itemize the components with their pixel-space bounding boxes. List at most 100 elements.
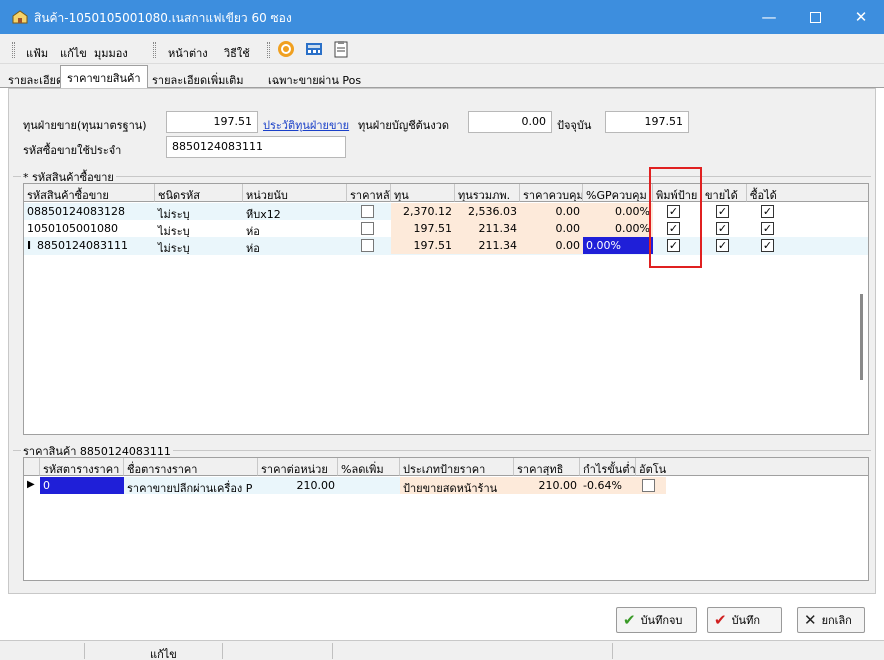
std-cost-label: ทุนฝ่ายขาย(ทุนมาตรฐาน) (23, 119, 147, 132)
can-buy-checkbox[interactable]: ✓ (761, 222, 774, 235)
col-header-auto[interactable]: อัตโน (636, 458, 868, 476)
table-row-1-cost-vat[interactable]: 211.34 (455, 220, 520, 237)
table-row-2-cost-vat[interactable]: 211.34 (455, 237, 520, 254)
table-row-1-type[interactable]: ไม่ระบุ (155, 220, 243, 237)
save-button[interactable]: ✔ บันทึก (707, 607, 782, 633)
regular-code-label: รหัสซื้อขายใช้ประจำ (23, 144, 122, 157)
menu-help[interactable]: วิธีใช้ (224, 44, 250, 62)
app-icon (12, 10, 28, 24)
table-row-0-type[interactable]: ไม่ระบุ (155, 203, 243, 220)
col-header-net-price[interactable]: ราคาสุทธิ (514, 458, 580, 476)
table-row-0-unit[interactable]: หีบx12 (243, 203, 347, 220)
main-price-checkbox[interactable] (361, 239, 374, 252)
menu-edit[interactable]: แก้ไข (60, 44, 87, 62)
col-header-control-price[interactable]: ราคาควบคุม (520, 184, 583, 202)
col-header-code[interactable]: รหัสสินค้าซื้อขาย (24, 184, 155, 202)
price-row-0-name[interactable]: ราคาขายปลีกผ่านเครื่อง P (124, 477, 258, 494)
can-sell-checkbox[interactable]: ✓ (716, 222, 729, 235)
table-row-2-gp-active-cell[interactable]: 0.00% (583, 237, 653, 254)
price-row-0-unit-price[interactable]: 210.00 (258, 477, 338, 494)
status-mode: แก้ไข (150, 648, 177, 660)
col-header-unit[interactable]: หน่วยนับ (243, 184, 347, 202)
maximize-button[interactable] (792, 0, 838, 34)
menu-file[interactable]: แฟ้ม (26, 44, 48, 62)
can-sell-checkbox[interactable]: ✓ (716, 239, 729, 252)
col-header-can-sell[interactable]: ขายได้ (702, 184, 747, 202)
save-close-button[interactable]: ✔ บันทึกจบ (616, 607, 697, 633)
maximize-icon (809, 11, 821, 23)
table-row-0-cost[interactable]: 2,370.12 (391, 203, 455, 220)
minimize-icon: — (761, 8, 777, 26)
table-row-1-unit[interactable]: ห่อ (243, 220, 347, 237)
checkmark-icon: ✔ (623, 611, 636, 629)
codes-grid[interactable]: รหัสสินค้าซื้อขาย ชนิดรหัส หน่วยนับ ราคา… (23, 183, 869, 435)
table-row-2-type[interactable]: ไม่ระบุ (155, 237, 243, 254)
clipboard-icon[interactable] (332, 40, 350, 58)
table-row-1-main (347, 220, 391, 237)
price-row-0-code[interactable]: 0 (40, 477, 124, 494)
main-price-checkbox[interactable] (361, 205, 374, 218)
price-grid[interactable]: รหัสตารางราคา ชื่อตารางราคา ราคาต่อหน่วย… (23, 457, 869, 581)
can-sell-checkbox[interactable]: ✓ (716, 205, 729, 218)
std-cost-field[interactable]: 197.51 (166, 111, 258, 133)
price-row-0-min-profit[interactable]: -0.64% (580, 477, 636, 494)
table-row-2-unit[interactable]: ห่อ (243, 237, 347, 254)
toolbar-grip[interactable] (153, 42, 156, 58)
col-header-price-table-name[interactable]: ชื่อตารางราคา (124, 458, 258, 476)
table-row-0-code[interactable]: 08850124083128 (24, 203, 155, 220)
table-row-2-buy: ✓ (747, 237, 792, 254)
tab-pos-only[interactable]: เฉพาะขายผ่าน Pos (262, 68, 367, 88)
target-icon[interactable] (277, 40, 295, 58)
current-cost-field[interactable]: 197.51 (605, 111, 689, 133)
table-row-1-control-price[interactable]: 0.00 (520, 220, 583, 237)
table-row-0-cost-vat[interactable]: 2,536.03 (455, 203, 520, 220)
table-row-1-code[interactable]: 1050105001080 (24, 220, 155, 237)
tab-selling-price[interactable]: ราคาขายสินค้า (60, 65, 148, 89)
col-header-cost[interactable]: ทุน (391, 184, 455, 202)
tab-extra-details[interactable]: รายละเอียดเพิ่มเติม (146, 68, 250, 88)
table-row-0-gp[interactable]: 0.00% (583, 203, 653, 220)
close-icon: ✕ (804, 611, 817, 629)
table-row-0-control-price[interactable]: 0.00 (520, 203, 583, 220)
price-row-0-label-type[interactable]: ป้ายขายสดหน้าร้าน (400, 477, 514, 494)
table-row-2-code[interactable]: 8850124083111 (34, 237, 155, 254)
price-row-0-auto (636, 477, 666, 494)
table-row-1-cost[interactable]: 197.51 (391, 220, 455, 237)
col-header-code-type[interactable]: ชนิดรหัส (155, 184, 243, 202)
cost-history-link[interactable]: ประวัติทุนฝ่ายขาย (263, 116, 349, 134)
save-close-label: บันทึกจบ (640, 614, 683, 627)
col-header-gp-control[interactable]: %GPควบคุม (583, 184, 653, 202)
col-header-price-table-code[interactable]: รหัสตารางราคา (40, 458, 124, 476)
table-row-2-cost[interactable]: 197.51 (391, 237, 455, 254)
col-header-label-type[interactable]: ประเภทป้ายราคา (400, 458, 514, 476)
current-cost-label: ปัจจุบัน (557, 119, 592, 132)
table-row-1-gp[interactable]: 0.00% (583, 220, 653, 237)
cancel-button[interactable]: ✕ ยกเลิก (797, 607, 865, 633)
can-buy-checkbox[interactable]: ✓ (761, 205, 774, 218)
main-price-checkbox[interactable] (361, 222, 374, 235)
menu-toolbar: แฟ้ม แก้ไข มุมมอง หน้าต่าง วิธีใช้ (0, 34, 884, 64)
auto-checkbox[interactable] (642, 479, 655, 492)
col-header-discount[interactable]: %ลดเพิ่ม (338, 458, 400, 476)
minimize-button[interactable]: — (746, 0, 792, 34)
menu-view[interactable]: มุมมอง (94, 44, 128, 62)
col-header-main-price[interactable]: ราคาหลัก (347, 184, 391, 202)
price-row-0-net[interactable]: 210.00 (514, 477, 580, 494)
menu-window[interactable]: หน้าต่าง (168, 44, 208, 62)
col-header-cost-vat[interactable]: ทุนรวมภพ. (455, 184, 520, 202)
calculator-icon[interactable] (305, 40, 323, 58)
price-row-0-discount[interactable] (338, 477, 400, 494)
close-button[interactable]: ✕ (838, 0, 884, 34)
status-separator (332, 643, 333, 659)
opening-cost-field[interactable]: 0.00 (468, 111, 552, 133)
scrollbar-thumb[interactable] (860, 294, 863, 380)
table-row-2-control-price[interactable]: 0.00 (520, 237, 583, 254)
col-header-can-buy[interactable]: ซื้อได้ (747, 184, 868, 202)
col-header-unit-price[interactable]: ราคาต่อหน่วย (258, 458, 338, 476)
can-buy-checkbox[interactable]: ✓ (761, 239, 774, 252)
regular-code-field[interactable]: 8850124083111 (166, 136, 346, 158)
col-header-min-profit[interactable]: กำไรขั้นต่ำ (580, 458, 636, 476)
toolbar-grip[interactable] (267, 42, 270, 58)
toolbar-grip[interactable] (12, 42, 15, 58)
table-row-0-sell: ✓ (702, 203, 747, 220)
